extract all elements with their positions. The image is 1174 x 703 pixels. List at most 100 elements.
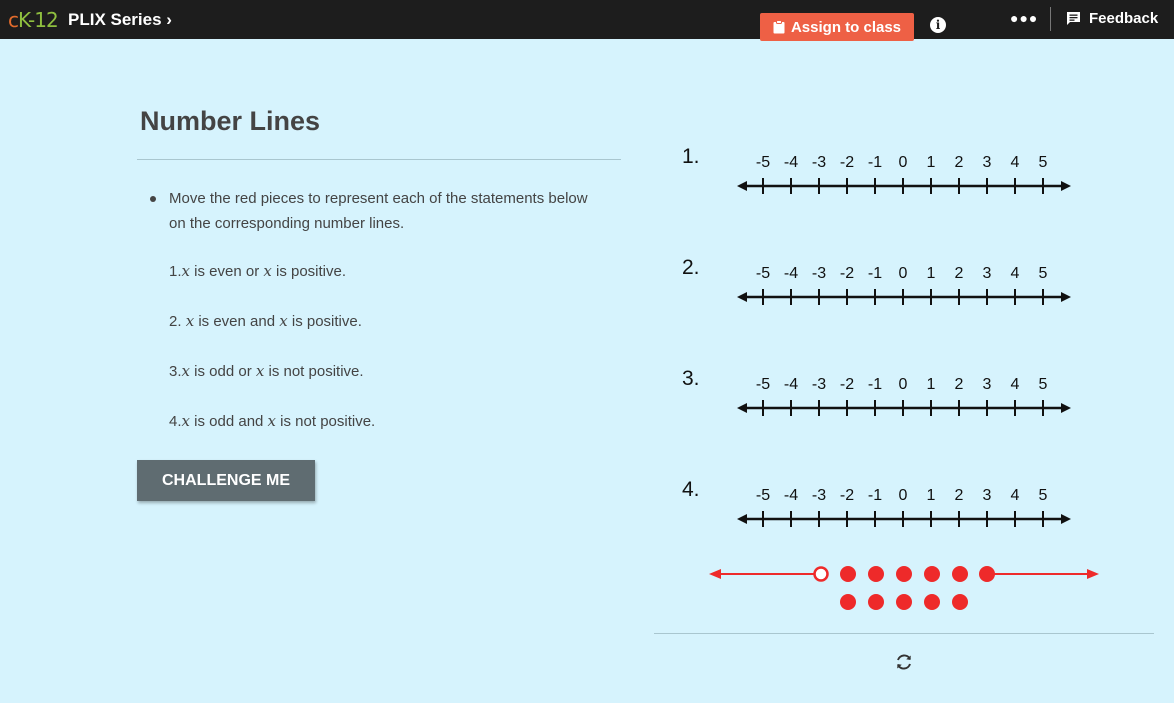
tick-label: 3	[983, 154, 992, 171]
arrow-left-icon	[737, 514, 747, 524]
tick-label: 2	[955, 376, 964, 393]
dot-piece	[868, 566, 884, 582]
statement-text: is not positive.	[264, 363, 364, 380]
dot-piece	[924, 594, 940, 610]
tick-label: 2	[955, 487, 964, 504]
tick-label: -2	[840, 487, 854, 504]
arrow-left-icon	[737, 181, 747, 191]
number-line-label-1: 1.	[682, 145, 700, 168]
challenge-me-button[interactable]: CHALLENGE ME	[137, 460, 315, 501]
tick-label: -2	[840, 154, 854, 171]
tick-label: -3	[812, 154, 826, 171]
tick-label: -4	[784, 487, 798, 504]
tick-label: -1	[868, 376, 882, 393]
dot-piece	[840, 566, 856, 582]
tick-label: 4	[1011, 265, 1020, 282]
statement-number: 4.	[169, 413, 182, 430]
bullet-dot	[150, 196, 156, 202]
statement-2: 2. x is even and x is positive.	[169, 312, 362, 330]
tick-label: -2	[840, 376, 854, 393]
ck12-logo[interactable]: cK-12	[8, 8, 59, 32]
piece-ray-right-arrow-icon	[1087, 569, 1099, 579]
math-variable: x	[185, 312, 195, 330]
page-title: Number Lines	[140, 106, 321, 136]
tick-label: 1	[927, 376, 936, 393]
statement-4: 4.x is odd and x is not positive.	[169, 412, 375, 430]
tick-label: -1	[868, 487, 882, 504]
tick-label: 3	[983, 265, 992, 282]
dot-piece	[952, 566, 968, 582]
math-variable: x	[267, 412, 277, 430]
tick-label: -3	[812, 487, 826, 504]
tick-label: 3	[983, 487, 992, 504]
assign-to-class-button[interactable]: Assign to class	[760, 13, 914, 41]
tick-label: -3	[812, 376, 826, 393]
statement-text: is odd or	[189, 363, 256, 380]
tick-label: 5	[1039, 487, 1048, 504]
math-variable: x	[181, 262, 190, 280]
open-circle-piece	[813, 566, 829, 582]
statement-number: 1.	[169, 263, 182, 280]
title-divider	[137, 159, 621, 160]
dot-piece	[840, 594, 856, 610]
math-variable: x	[263, 262, 272, 280]
tick-label: 2	[955, 154, 964, 171]
info-icon[interactable]: i	[930, 17, 946, 33]
closed-circle-piece	[979, 566, 995, 582]
controls-divider	[654, 633, 1154, 634]
tick-label: 0	[899, 154, 908, 171]
tick-label: 1	[927, 265, 936, 282]
logo-c: c	[8, 8, 19, 32]
arrow-left-icon	[737, 403, 747, 413]
number-line-label-2: 2.	[682, 256, 700, 279]
tick-label: -3	[812, 265, 826, 282]
arrow-right-icon	[1061, 403, 1071, 413]
tick-label: 0	[899, 487, 908, 504]
tick-label: 4	[1011, 487, 1020, 504]
tick-label: 0	[899, 376, 908, 393]
instruction-item: Move the red pieces to represent each of…	[150, 186, 590, 236]
math-variable: x	[181, 362, 190, 380]
feedback-label: Feedback	[1089, 10, 1159, 27]
tick-label: -5	[756, 487, 770, 504]
arrow-right-icon	[1061, 292, 1071, 302]
tick-label: 5	[1039, 265, 1048, 282]
tick-label: 4	[1011, 376, 1020, 393]
math-variable: x	[181, 412, 190, 430]
logo-k12: K-12	[18, 8, 59, 32]
top-bar: cK-12 PLIX Series › Assign to class i ●●…	[0, 0, 1174, 41]
statement-number: 2.	[169, 313, 186, 330]
dot-piece	[896, 594, 912, 610]
dot-piece	[952, 594, 968, 610]
statement-text: is not positive.	[276, 413, 376, 430]
tick-label: 2	[955, 265, 964, 282]
tick-label: -4	[784, 376, 798, 393]
refresh-icon[interactable]	[893, 651, 915, 673]
tick-label: -2	[840, 265, 854, 282]
tick-label: -4	[784, 265, 798, 282]
dot-piece	[924, 566, 940, 582]
plix-series-link[interactable]: PLIX Series ›	[68, 10, 172, 30]
more-options-icon[interactable]: ●●●	[1010, 10, 1038, 26]
math-variable: x	[279, 312, 288, 330]
tick-label: -5	[756, 154, 770, 171]
tick-label: -5	[756, 376, 770, 393]
tick-label: 5	[1039, 154, 1048, 171]
feedback-icon	[1067, 12, 1080, 25]
tick-label: -5	[756, 265, 770, 282]
tick-label: -1	[868, 265, 882, 282]
arrow-left-icon	[737, 292, 747, 302]
tick-label: -1	[868, 154, 882, 171]
dot-piece	[896, 566, 912, 582]
tick-label: 5	[1039, 376, 1048, 393]
clipboard-icon	[773, 20, 785, 34]
tick-label: 1	[927, 487, 936, 504]
tick-label: 3	[983, 376, 992, 393]
statement-text: is even or	[189, 263, 264, 280]
statement-text: is even and	[194, 313, 280, 330]
series-label: PLIX Series	[68, 10, 162, 29]
statement-3: 3.x is odd or x is not positive.	[169, 362, 364, 380]
arrow-right-icon	[1061, 181, 1071, 191]
feedback-button[interactable]: Feedback	[1066, 10, 1158, 27]
piece-ray-left-arrow-icon	[709, 569, 721, 579]
